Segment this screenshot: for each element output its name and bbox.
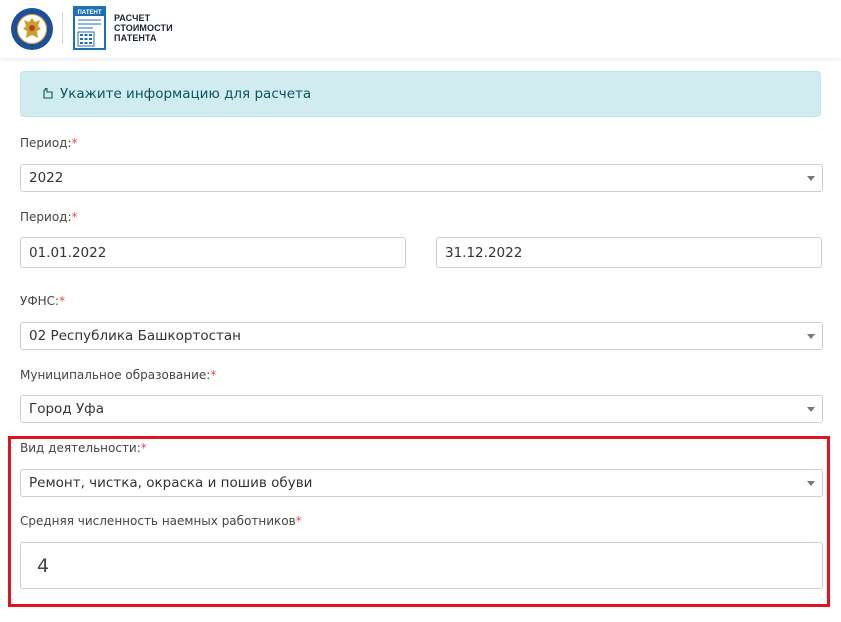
period-dates-label: Период:* <box>20 210 78 224</box>
chevron-down-icon <box>807 407 815 412</box>
period-from-field[interactable]: 01.01.2022 <box>20 237 406 268</box>
fns-emblem-icon[interactable] <box>10 7 54 51</box>
chevron-down-icon <box>807 176 815 181</box>
ufns-value: 02 Республика Башкортостан <box>29 328 241 344</box>
period-to-value: 31.12.2022 <box>445 244 523 261</box>
hand-pointer-icon <box>43 87 53 99</box>
info-alert: Укажите информацию для расчета <box>20 71 821 117</box>
period-dates-label-text: Период: <box>20 210 72 224</box>
brand-line-2: СТОИМОСТИ <box>114 23 173 33</box>
ufns-label-text: УФНС: <box>20 294 60 308</box>
period-to-field[interactable]: 31.12.2022 <box>436 237 822 268</box>
header-divider <box>62 12 63 44</box>
required-mark: * <box>71 136 78 150</box>
brand-line-1: РАСЧЕТ <box>114 13 151 23</box>
period-year-select[interactable]: 2022 <box>20 164 823 192</box>
municipality-select[interactable]: Город Уфа <box>20 395 823 423</box>
brand-line-3: ПАТЕНТА <box>114 33 157 43</box>
municipality-label: Муниципальное образование:* <box>20 368 216 382</box>
patent-logo-text: ПАТЕНТ <box>77 10 101 16</box>
period-year-value: 2022 <box>29 170 64 186</box>
patent-logo-icon[interactable]: ПАТЕНТ <box>73 6 106 50</box>
required-mark: * <box>210 368 217 382</box>
chevron-down-icon <box>807 334 815 339</box>
ufns-label: УФНС:* <box>20 294 65 308</box>
period-from-value: 01.01.2022 <box>29 244 107 261</box>
brand-title: РАСЧЕТ СТОИМОСТИ ПАТЕНТА <box>114 13 173 43</box>
header: ПАТЕНТ РАСЧЕТ СТОИМОСТИ ПАТЕНТА <box>0 0 841 58</box>
ufns-select[interactable]: 02 Республика Башкортостан <box>20 322 823 350</box>
municipality-value: Город Уфа <box>29 401 104 417</box>
period-year-label: Период:* <box>20 136 78 150</box>
municipality-label-text: Муниципальное образование: <box>20 368 211 382</box>
alert-text: Укажите информацию для расчета <box>60 86 312 102</box>
highlight-box <box>8 436 830 607</box>
required-mark: * <box>71 210 78 224</box>
required-mark: * <box>59 294 66 308</box>
period-year-label-text: Период: <box>20 136 72 150</box>
